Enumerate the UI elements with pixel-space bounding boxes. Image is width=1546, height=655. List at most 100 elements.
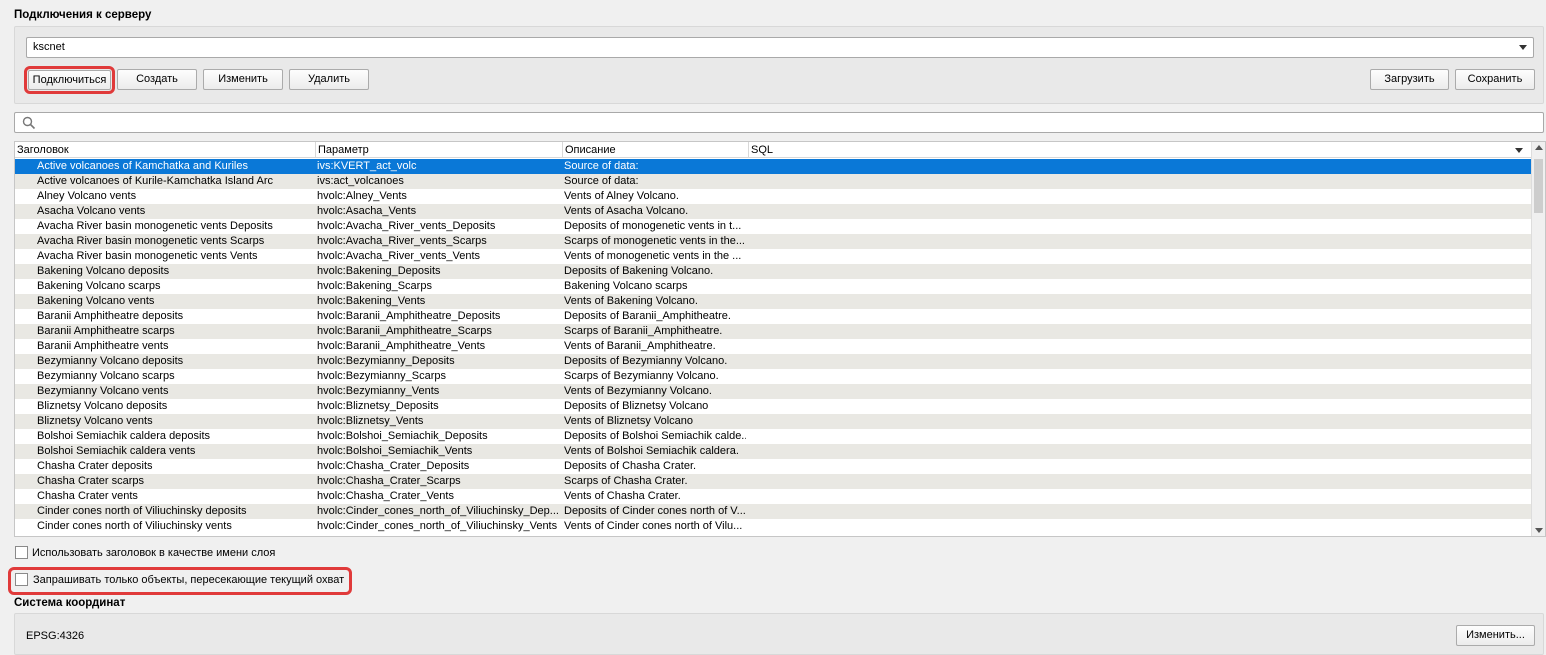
cell-title: Baranii Amphitheatre deposits	[37, 310, 184, 322]
cell-description: Scarps of Chasha Crater.	[564, 475, 688, 487]
cell-name: hvolc:Baranii_Amphitheatre_Vents	[317, 340, 486, 352]
cell-name: hvolc:Avacha_River_vents_Deposits	[317, 220, 496, 232]
table-row[interactable]: Alney Volcano vents hvolc:Alney_Vents Vent…	[15, 189, 1531, 204]
table-header: Заголовок Параметр Описание SQL	[15, 142, 1545, 158]
table-row[interactable]: Cinder cones north of Viliuchinsky depos…	[15, 504, 1531, 519]
extent-only-checkbox[interactable]	[15, 573, 28, 586]
cell-description: Scarps of Bezymianny Volcano.	[564, 370, 719, 382]
table-row[interactable]: Active volcanoes of Kurile-Kamchatka Isl…	[15, 174, 1531, 189]
table-row[interactable]: Baranii Amphitheatre scarps hvolc:Baranii…	[15, 324, 1531, 339]
change-crs-button[interactable]: Изменить...	[1456, 625, 1535, 646]
table-row[interactable]: Avacha River basin monogenetic vents Dep…	[15, 219, 1531, 234]
scroll-up-icon[interactable]	[1535, 145, 1543, 150]
cell-description: Deposits of Bezymianny Volcano.	[564, 355, 728, 367]
cell-description: Vents of monogenetic vents in the ...	[564, 250, 742, 262]
cell-title: Bakening Volcano deposits	[37, 265, 170, 277]
cell-title: Chasha Crater scarps	[37, 475, 144, 487]
cell-title: Cinder cones north of Viliuchinsky vents	[37, 520, 232, 532]
cell-title: Chasha Crater vents	[37, 490, 138, 502]
table-row[interactable]: Bezymianny Volcano vents hvolc:Bezymianny…	[15, 384, 1531, 399]
cell-title: Bliznetsy Volcano deposits	[37, 400, 168, 412]
extent-only-label: Запрашивать только объекты, пересекающие…	[33, 574, 345, 586]
table-row[interactable]: Chasha Crater scarps hvolc:Chasha_Crater_…	[15, 474, 1531, 489]
cell-name: hvolc:Asacha_Vents	[317, 205, 417, 217]
connection-select[interactable]: kscnet	[26, 37, 1534, 58]
cell-title: Active volcanoes of Kurile-Kamchatka Isl…	[37, 175, 274, 187]
sort-indicator-icon	[1515, 148, 1523, 153]
table-row[interactable]: Avacha River basin monogenetic vents Ven…	[15, 249, 1531, 264]
cell-name: hvolc:Bezymianny_Deposits	[317, 355, 455, 367]
cell-name: hvolc:Bolshoi_Semiachik_Deposits	[317, 430, 488, 442]
cell-description: Vents of Bakening Volcano.	[564, 295, 698, 307]
cell-description: Vents of Chasha Crater.	[564, 490, 681, 502]
table-row[interactable]: Baranii Amphitheatre deposits hvolc:Baran…	[15, 309, 1531, 324]
use-title-label: Использовать заголовок в качестве имени …	[32, 547, 276, 559]
column-header-title[interactable]: Заголовок	[15, 142, 316, 158]
crs-value: EPSG:4326	[26, 630, 85, 642]
cell-description: Vents of Cinder cones north of Vilu...	[564, 520, 743, 532]
table-row[interactable]: Bliznetsy Volcano deposits hvolc:Bliznets…	[15, 399, 1531, 414]
cell-name: hvolc:Bezymianny_Scarps	[317, 370, 447, 382]
cell-description: Deposits of Bolshoi Semiachik calde...	[564, 430, 746, 442]
delete-button[interactable]: Удалить	[289, 69, 369, 90]
cell-name: hvolc:Bakening_Deposits	[317, 265, 441, 277]
cell-title: Avacha River basin monogenetic vents Sca…	[37, 235, 265, 247]
cell-description: Scarps of monogenetic vents in the...	[564, 235, 745, 247]
cell-name: hvolc:Chasha_Crater_Vents	[317, 490, 454, 502]
cell-description: Scarps of Baranii_Amphitheatre.	[564, 325, 723, 337]
connect-button[interactable]: Подключиться	[28, 70, 111, 90]
table-row[interactable]: Bolshoi Semiachik caldera vents hvolc:Bol…	[15, 444, 1531, 459]
column-header-sql[interactable]: SQL	[749, 142, 1532, 158]
server-connections-group: kscnet Подключиться Создать Изменить Уда…	[14, 26, 1544, 104]
table-row[interactable]: Avacha River basin monogenetic vents Sca…	[15, 234, 1531, 249]
column-header-name[interactable]: Параметр	[316, 142, 563, 158]
load-button[interactable]: Загрузить	[1370, 69, 1449, 90]
table-row[interactable]: Bakening Volcano vents hvolc:Bakening_Ven…	[15, 294, 1531, 309]
cell-title: Avacha River basin monogenetic vents Dep…	[37, 220, 273, 232]
cell-description: Deposits of monogenetic vents in t...	[564, 220, 742, 232]
edit-button[interactable]: Изменить	[203, 69, 283, 90]
cell-title: Bolshoi Semiachik caldera vents	[37, 445, 196, 457]
cell-title: Baranii Amphitheatre vents	[37, 340, 169, 352]
cell-description: Vents of Bolshoi Semiachik caldera.	[564, 445, 739, 457]
scroll-down-icon[interactable]	[1535, 528, 1543, 533]
cell-name: hvolc:Avacha_River_vents_Scarps	[317, 235, 487, 247]
cell-name: hvolc:Alney_Vents	[317, 190, 407, 202]
table-row[interactable]: Chasha Crater deposits hvolc:Chasha_Crate…	[15, 459, 1531, 474]
table-row[interactable]: Bezymianny Volcano scarps hvolc:Bezymiann…	[15, 369, 1531, 384]
cell-title: Bezymianny Volcano vents	[37, 385, 169, 397]
scrollbar-thumb[interactable]	[1534, 159, 1543, 213]
save-button[interactable]: Сохранить	[1455, 69, 1535, 90]
use-title-checkbox[interactable]	[15, 546, 28, 559]
table-row[interactable]: Baranii Amphitheatre vents hvolc:Baranii_…	[15, 339, 1531, 354]
table-row[interactable]: Cinder cones north of Viliuchinsky vents…	[15, 519, 1531, 534]
cell-title: Bezymianny Volcano deposits	[37, 355, 184, 367]
cell-name: hvolc:Bakening_Scarps	[317, 280, 432, 292]
search-icon	[22, 116, 36, 130]
chevron-down-icon	[1519, 45, 1527, 50]
column-header-description[interactable]: Описание	[563, 142, 749, 158]
cell-description: Deposits of Bliznetsy Volcano	[564, 400, 709, 412]
cell-title: Avacha River basin monogenetic vents Ven…	[37, 250, 258, 262]
table-row[interactable]: Active volcanoes of Kamchatka and Kurile…	[15, 159, 1531, 174]
table-row[interactable]: Bolshoi Semiachik caldera deposits hvolc:…	[15, 429, 1531, 444]
table-row[interactable]: Bliznetsy Volcano vents hvolc:Bliznetsy_V…	[15, 414, 1531, 429]
table-row[interactable]: Bezymianny Volcano deposits hvolc:Bezymia…	[15, 354, 1531, 369]
cell-description: Vents of Bliznetsy Volcano	[564, 415, 694, 427]
table-row[interactable]: Bakening Volcano scarps hvolc:Bakening_Sc…	[15, 279, 1531, 294]
crs-group: EPSG:4326 Изменить...	[14, 613, 1544, 655]
cell-title: Asacha Volcano vents	[37, 205, 146, 217]
cell-title: Bolshoi Semiachik caldera deposits	[37, 430, 211, 442]
cell-description: Deposits of Bakening Volcano.	[564, 265, 714, 277]
cell-name: ivs:act_volcanoes	[317, 175, 404, 187]
table-row[interactable]: Bakening Volcano deposits hvolc:Bakening_…	[15, 264, 1531, 279]
search-input[interactable]	[14, 112, 1544, 133]
table-scrollbar[interactable]	[1531, 142, 1545, 536]
cell-description: Source of data:	[564, 175, 639, 187]
create-button[interactable]: Создать	[117, 69, 197, 90]
table-row[interactable]: Chasha Crater vents hvolc:Chasha_Crater_V…	[15, 489, 1531, 504]
cell-description: Vents of Alney Volcano.	[564, 190, 679, 202]
cell-name: hvolc:Bezymianny_Vents	[317, 385, 440, 397]
table-row[interactable]: Asacha Volcano vents hvolc:Asacha_Vents Ve…	[15, 204, 1531, 219]
cell-title: Bakening Volcano vents	[37, 295, 155, 307]
